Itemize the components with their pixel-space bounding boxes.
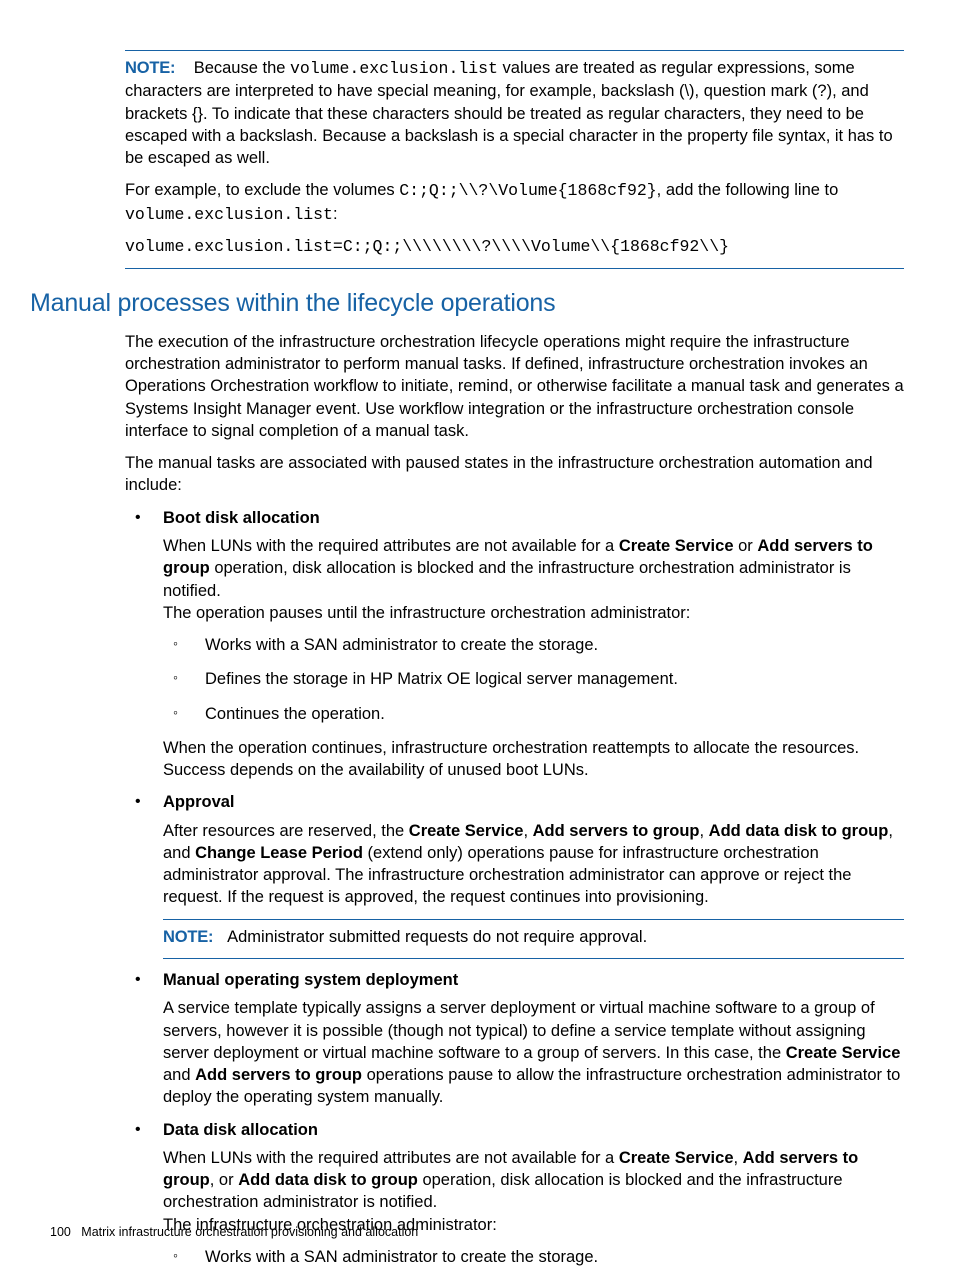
rule (163, 919, 904, 920)
section-body: The execution of the infrastructure orch… (125, 331, 904, 1268)
item-body: A service template typically assigns a s… (163, 997, 904, 1108)
inner-note-text: NOTE: Administrator submitted requests d… (163, 926, 904, 948)
note-label: NOTE: (125, 59, 175, 77)
list-item: Data disk allocation When LUNs with the … (125, 1119, 904, 1269)
item-title: Approval (163, 791, 904, 813)
item-para: When the operation continues, infrastruc… (163, 737, 904, 782)
item-title: Manual operating system deployment (163, 969, 904, 991)
rule-top (125, 50, 904, 51)
rule-bottom (125, 268, 904, 269)
list-item: Boot disk allocation When LUNs with the … (125, 507, 904, 782)
sub-list: Works with a SAN administrator to create… (163, 1246, 904, 1268)
page-footer: 100 Matrix infrastructure orchestration … (50, 1224, 418, 1241)
note-label: NOTE: (163, 928, 213, 946)
sub-item: Works with a SAN administrator to create… (163, 634, 904, 656)
note2-code: C:;Q:;\\?\Volume{1868cf92} (399, 181, 656, 200)
note2-mid: , add the following line to (657, 181, 839, 199)
footer-text: Matrix infrastructure orchestration prov… (81, 1225, 418, 1239)
sub-list: Works with a SAN administrator to create… (163, 634, 904, 725)
note-para-2: For example, to exclude the volumes C:;Q… (125, 179, 904, 226)
item-title: Data disk allocation (163, 1119, 904, 1141)
inner-note-body: Administrator submitted requests do not … (227, 928, 647, 946)
note1-code: volume.exclusion.list (290, 59, 498, 78)
item-title: Boot disk allocation (163, 507, 904, 529)
intro-para-2: The manual tasks are associated with pau… (125, 452, 904, 497)
note2-post: : (333, 205, 338, 223)
item-body: When LUNs with the required attributes a… (163, 535, 904, 624)
note2-code2: volume.exclusion.list (125, 205, 333, 224)
item-body: After resources are reserved, the Create… (163, 820, 904, 909)
sub-item: Defines the storage in HP Matrix OE logi… (163, 668, 904, 690)
note2-pre: For example, to exclude the volumes (125, 181, 399, 199)
intro-para-1: The execution of the infrastructure orch… (125, 331, 904, 442)
sub-item: Works with a SAN administrator to create… (163, 1246, 904, 1268)
page: NOTE: Because the volume.exclusion.list … (0, 0, 954, 1271)
section-title: Manual processes within the lifecycle op… (30, 287, 904, 321)
inner-note: NOTE: Administrator submitted requests d… (163, 919, 904, 959)
rule (163, 958, 904, 959)
item-body: When LUNs with the required attributes a… (163, 1147, 904, 1236)
note-block-top: NOTE: Because the volume.exclusion.list … (125, 50, 904, 269)
list-item: Approval After resources are reserved, t… (125, 791, 904, 959)
note-codeblock: volume.exclusion.list=C:;Q:;\\\\\\\\?\\\… (125, 236, 904, 258)
page-number: 100 (50, 1225, 71, 1239)
list-item: Manual operating system deployment A ser… (125, 969, 904, 1109)
task-list: Boot disk allocation When LUNs with the … (125, 507, 904, 1268)
note-para-1: NOTE: Because the volume.exclusion.list … (125, 57, 904, 169)
sub-item: Continues the operation. (163, 703, 904, 725)
note1-pre: Because the (194, 59, 290, 77)
